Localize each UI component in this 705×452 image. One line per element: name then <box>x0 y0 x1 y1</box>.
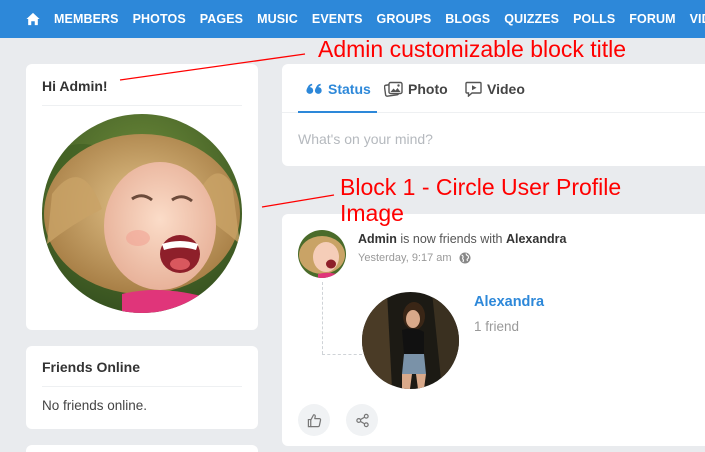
friend-avatar[interactable] <box>362 292 459 389</box>
nav-quizzes[interactable]: QUIZZES <box>504 12 559 26</box>
nav-forum[interactable]: FORUM <box>629 12 675 26</box>
globe-icon <box>459 252 471 264</box>
thumbs-up-icon <box>307 413 321 427</box>
nav-members[interactable]: MEMBERS <box>54 12 119 26</box>
profile-block: Hi Admin! <box>26 64 258 330</box>
annotation-title-note: Admin customizable block title <box>318 36 627 62</box>
tab-photo[interactable]: Photo <box>384 80 448 98</box>
nav-groups[interactable]: GROUPS <box>377 12 432 26</box>
connector-line <box>322 282 323 354</box>
profile-block-title: Hi Admin! <box>42 78 108 94</box>
friends-empty-text: No friends online. <box>42 398 148 413</box>
home-icon[interactable] <box>26 12 40 26</box>
friend-name-link[interactable]: Alexandra <box>474 294 544 310</box>
like-button[interactable] <box>298 404 330 436</box>
nav-photos[interactable]: PHOTOS <box>133 12 186 26</box>
nav-pages[interactable]: PAGES <box>200 12 243 26</box>
feed-action: is now friends with <box>400 232 503 246</box>
nav-events[interactable]: EVENTS <box>312 12 363 26</box>
tab-photo-label: Photo <box>408 81 448 97</box>
actor-name[interactable]: Admin <box>358 232 397 246</box>
divider <box>42 386 242 387</box>
divider <box>42 105 242 106</box>
next-block <box>26 445 258 452</box>
composer-tabs: Status Photo Video <box>282 64 705 113</box>
annotation-block1-note: Block 1 - Circle User Profile Image <box>340 174 622 226</box>
quote-icon <box>306 83 322 94</box>
friend-count: 1 friend <box>474 319 520 334</box>
feed-meta: Yesterday, 9:17 am <box>358 252 471 264</box>
tab-status[interactable]: Status <box>306 80 371 98</box>
target-name[interactable]: Alexandra <box>506 232 566 246</box>
status-composer: Status Photo Video <box>282 64 705 166</box>
feed-timestamp[interactable]: Yesterday, 9:17 am <box>358 252 452 264</box>
share-icon <box>355 413 369 427</box>
video-icon <box>465 81 482 97</box>
tab-status-label: Status <box>328 81 371 97</box>
friends-online-block: Friends Online No friends online. <box>26 346 258 429</box>
connector-line <box>322 354 362 355</box>
nav-music[interactable]: MUSIC <box>257 12 298 26</box>
tab-video[interactable]: Video <box>465 80 525 98</box>
top-navigation: MEMBERS PHOTOS PAGES MUSIC EVENTS GROUPS… <box>0 0 705 38</box>
nav-blogs[interactable]: BLOGS <box>445 12 490 26</box>
profile-photo[interactable] <box>42 114 242 313</box>
tab-video-label: Video <box>487 81 525 97</box>
friends-online-title: Friends Online <box>42 359 141 375</box>
feed-item: Admin is now friends with Alexandra Yest… <box>282 214 705 446</box>
status-input[interactable] <box>298 124 698 154</box>
nav-videos[interactable]: VIDEOS <box>690 12 705 26</box>
photo-icon <box>384 81 403 97</box>
feed-headline: Admin is now friends with Alexandra <box>358 232 566 246</box>
active-tab-indicator <box>298 111 377 113</box>
actor-avatar[interactable] <box>298 230 346 278</box>
nav-polls[interactable]: POLLS <box>573 12 615 26</box>
share-button[interactable] <box>346 404 378 436</box>
